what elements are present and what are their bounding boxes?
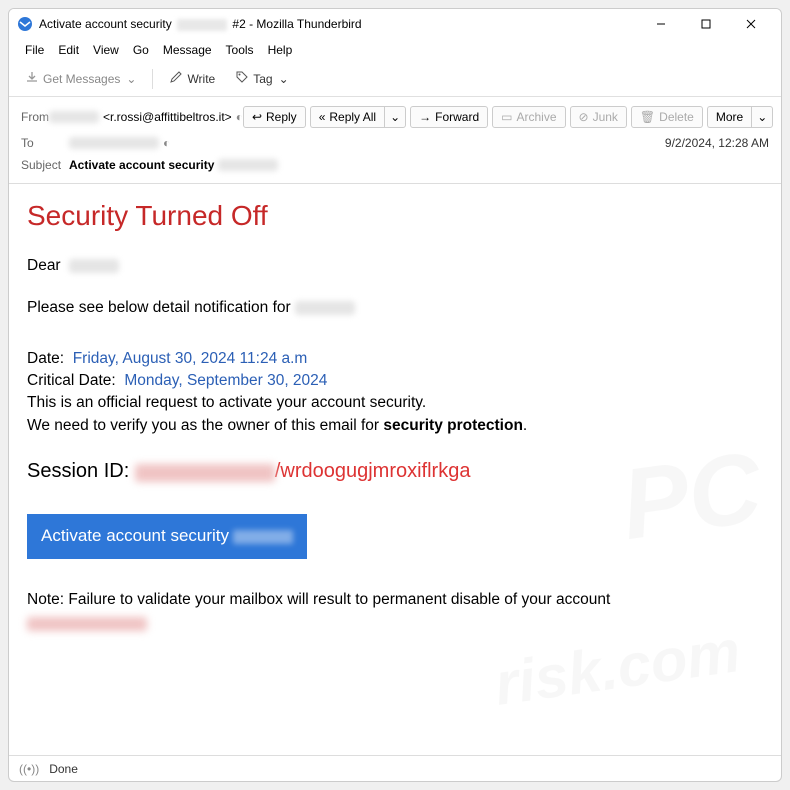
chevron-down-icon: ⌄ — [126, 72, 136, 86]
menu-message[interactable]: Message — [157, 41, 218, 59]
to-value: ◐ — [69, 136, 665, 150]
statusbar: ((•)) Done — [9, 755, 781, 781]
write-button[interactable]: Write — [161, 66, 223, 91]
minimize-button[interactable] — [638, 9, 683, 39]
delete-button[interactable]: 🗑Delete — [631, 106, 703, 128]
menu-edit[interactable]: Edit — [52, 41, 85, 59]
titlebar: Activate account security #2 - Mozilla T… — [9, 9, 781, 39]
to-label: To — [21, 136, 69, 150]
activate-account-button[interactable]: Activate account security — [27, 514, 307, 559]
subject-value: Activate account security — [69, 158, 769, 172]
thunderbird-icon — [17, 16, 33, 32]
maximize-button[interactable] — [683, 9, 728, 39]
close-button[interactable] — [728, 9, 773, 39]
redacted — [27, 617, 147, 631]
junk-icon: ⊘ — [579, 110, 589, 124]
menubar: File Edit View Go Message Tools Help — [9, 39, 781, 61]
forward-button[interactable]: →Forward — [410, 106, 488, 128]
chevron-down-icon: ⌄ — [279, 72, 289, 86]
message-timestamp: 9/2/2024, 12:28 AM — [665, 134, 769, 152]
subject-label: Subject — [21, 158, 69, 172]
status-text: Done — [49, 762, 78, 776]
more-menu[interactable]: ⌄ — [751, 106, 773, 128]
from-label: From — [21, 110, 49, 124]
intro-line: Please see below detail notification for — [27, 297, 763, 319]
menu-tools[interactable]: Tools — [220, 41, 260, 59]
window-title: Activate account security #2 - Mozilla T… — [39, 17, 362, 31]
body-heading: Security Turned Off — [27, 196, 763, 237]
archive-icon: ▭ — [501, 110, 512, 124]
contact-icon[interactable]: ◐ — [236, 110, 243, 124]
tag-icon — [235, 70, 249, 87]
chevron-down-icon: ⌄ — [390, 110, 400, 124]
archive-button[interactable]: ▭Archive — [492, 106, 565, 128]
reply-all-button[interactable]: «Reply All — [310, 106, 384, 128]
contact-icon[interactable]: ◐ — [163, 136, 170, 150]
download-icon — [25, 70, 39, 87]
greeting: Dear — [27, 255, 763, 277]
watermark: PC — [613, 415, 771, 578]
chevron-down-icon: ⌄ — [757, 110, 767, 124]
menu-file[interactable]: File — [19, 41, 50, 59]
pencil-icon — [169, 70, 183, 87]
reply-all-menu[interactable]: ⌄ — [384, 106, 406, 128]
from-value: <r.rossi@affittibeltros.it> ◐ — [49, 110, 243, 124]
message-body: PC risk.com Security Turned Off Dear Ple… — [9, 184, 781, 755]
date-block: Date: Friday, August 30, 2024 11:24 a.m … — [27, 348, 763, 438]
menu-view[interactable]: View — [87, 41, 125, 59]
trash-icon: 🗑 — [640, 110, 655, 124]
message-header: From <r.rossi@affittibeltros.it> ◐ ↩Repl… — [9, 97, 781, 184]
status-icon: ((•)) — [19, 762, 39, 776]
reply-icon: ↩ — [252, 110, 262, 124]
menu-help[interactable]: Help — [262, 41, 299, 59]
junk-button[interactable]: ⊘Junk — [570, 106, 627, 128]
reply-all-icon: « — [319, 110, 326, 124]
toolbar: Get Messages ⌄ Write Tag ⌄ — [9, 61, 781, 97]
forward-icon: → — [419, 110, 431, 124]
menu-go[interactable]: Go — [127, 41, 155, 59]
reply-button[interactable]: ↩Reply — [243, 106, 306, 128]
divider — [152, 69, 153, 89]
more-button[interactable]: More — [707, 106, 751, 128]
get-messages-button[interactable]: Get Messages ⌄ — [17, 66, 144, 91]
session-row: Session ID: /wrdoogugjmroxiflrkga — [27, 457, 763, 486]
note-line: Note: Failure to validate your mailbox w… — [27, 589, 763, 611]
tag-button[interactable]: Tag ⌄ — [227, 66, 296, 91]
message-actions: ↩Reply «Reply All ⌄ →Forward ▭Archive ⊘J… — [243, 106, 773, 128]
app-window: Activate account security #2 - Mozilla T… — [8, 8, 782, 782]
